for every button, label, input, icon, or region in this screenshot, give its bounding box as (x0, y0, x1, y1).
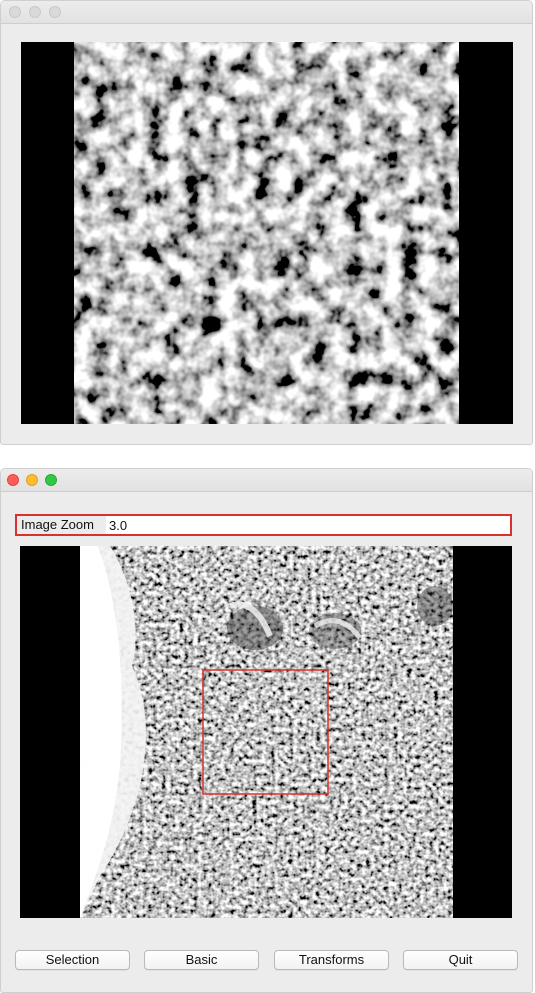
minimize-button[interactable] (29, 6, 41, 18)
title-bar[interactable] (1, 1, 532, 24)
transforms-button[interactable]: Transforms (274, 950, 389, 970)
minimize-button[interactable] (26, 474, 38, 486)
zoomed-image-viewport[interactable] (21, 42, 513, 424)
image-zoom-label: Image Zoom (17, 516, 106, 534)
image-zoom-field-row: Image Zoom (15, 514, 512, 536)
zoom-view-window (0, 0, 533, 445)
close-button[interactable] (7, 474, 19, 486)
maximize-button[interactable] (49, 6, 61, 18)
basic-button[interactable]: Basic (144, 950, 259, 970)
selection-button[interactable]: Selection (15, 950, 130, 970)
overview-image-viewport[interactable] (20, 546, 512, 918)
maximize-button[interactable] (45, 474, 57, 486)
title-bar[interactable] (1, 469, 532, 492)
close-button[interactable] (9, 6, 21, 18)
image-zoom-input[interactable] (106, 516, 510, 534)
main-viewer-window: Image Zoom Selection Basic Transforms Qu… (0, 468, 533, 993)
quit-button[interactable]: Quit (403, 950, 518, 970)
zoomed-micrograph-image[interactable] (74, 42, 459, 424)
overview-micrograph-image[interactable] (80, 546, 453, 918)
